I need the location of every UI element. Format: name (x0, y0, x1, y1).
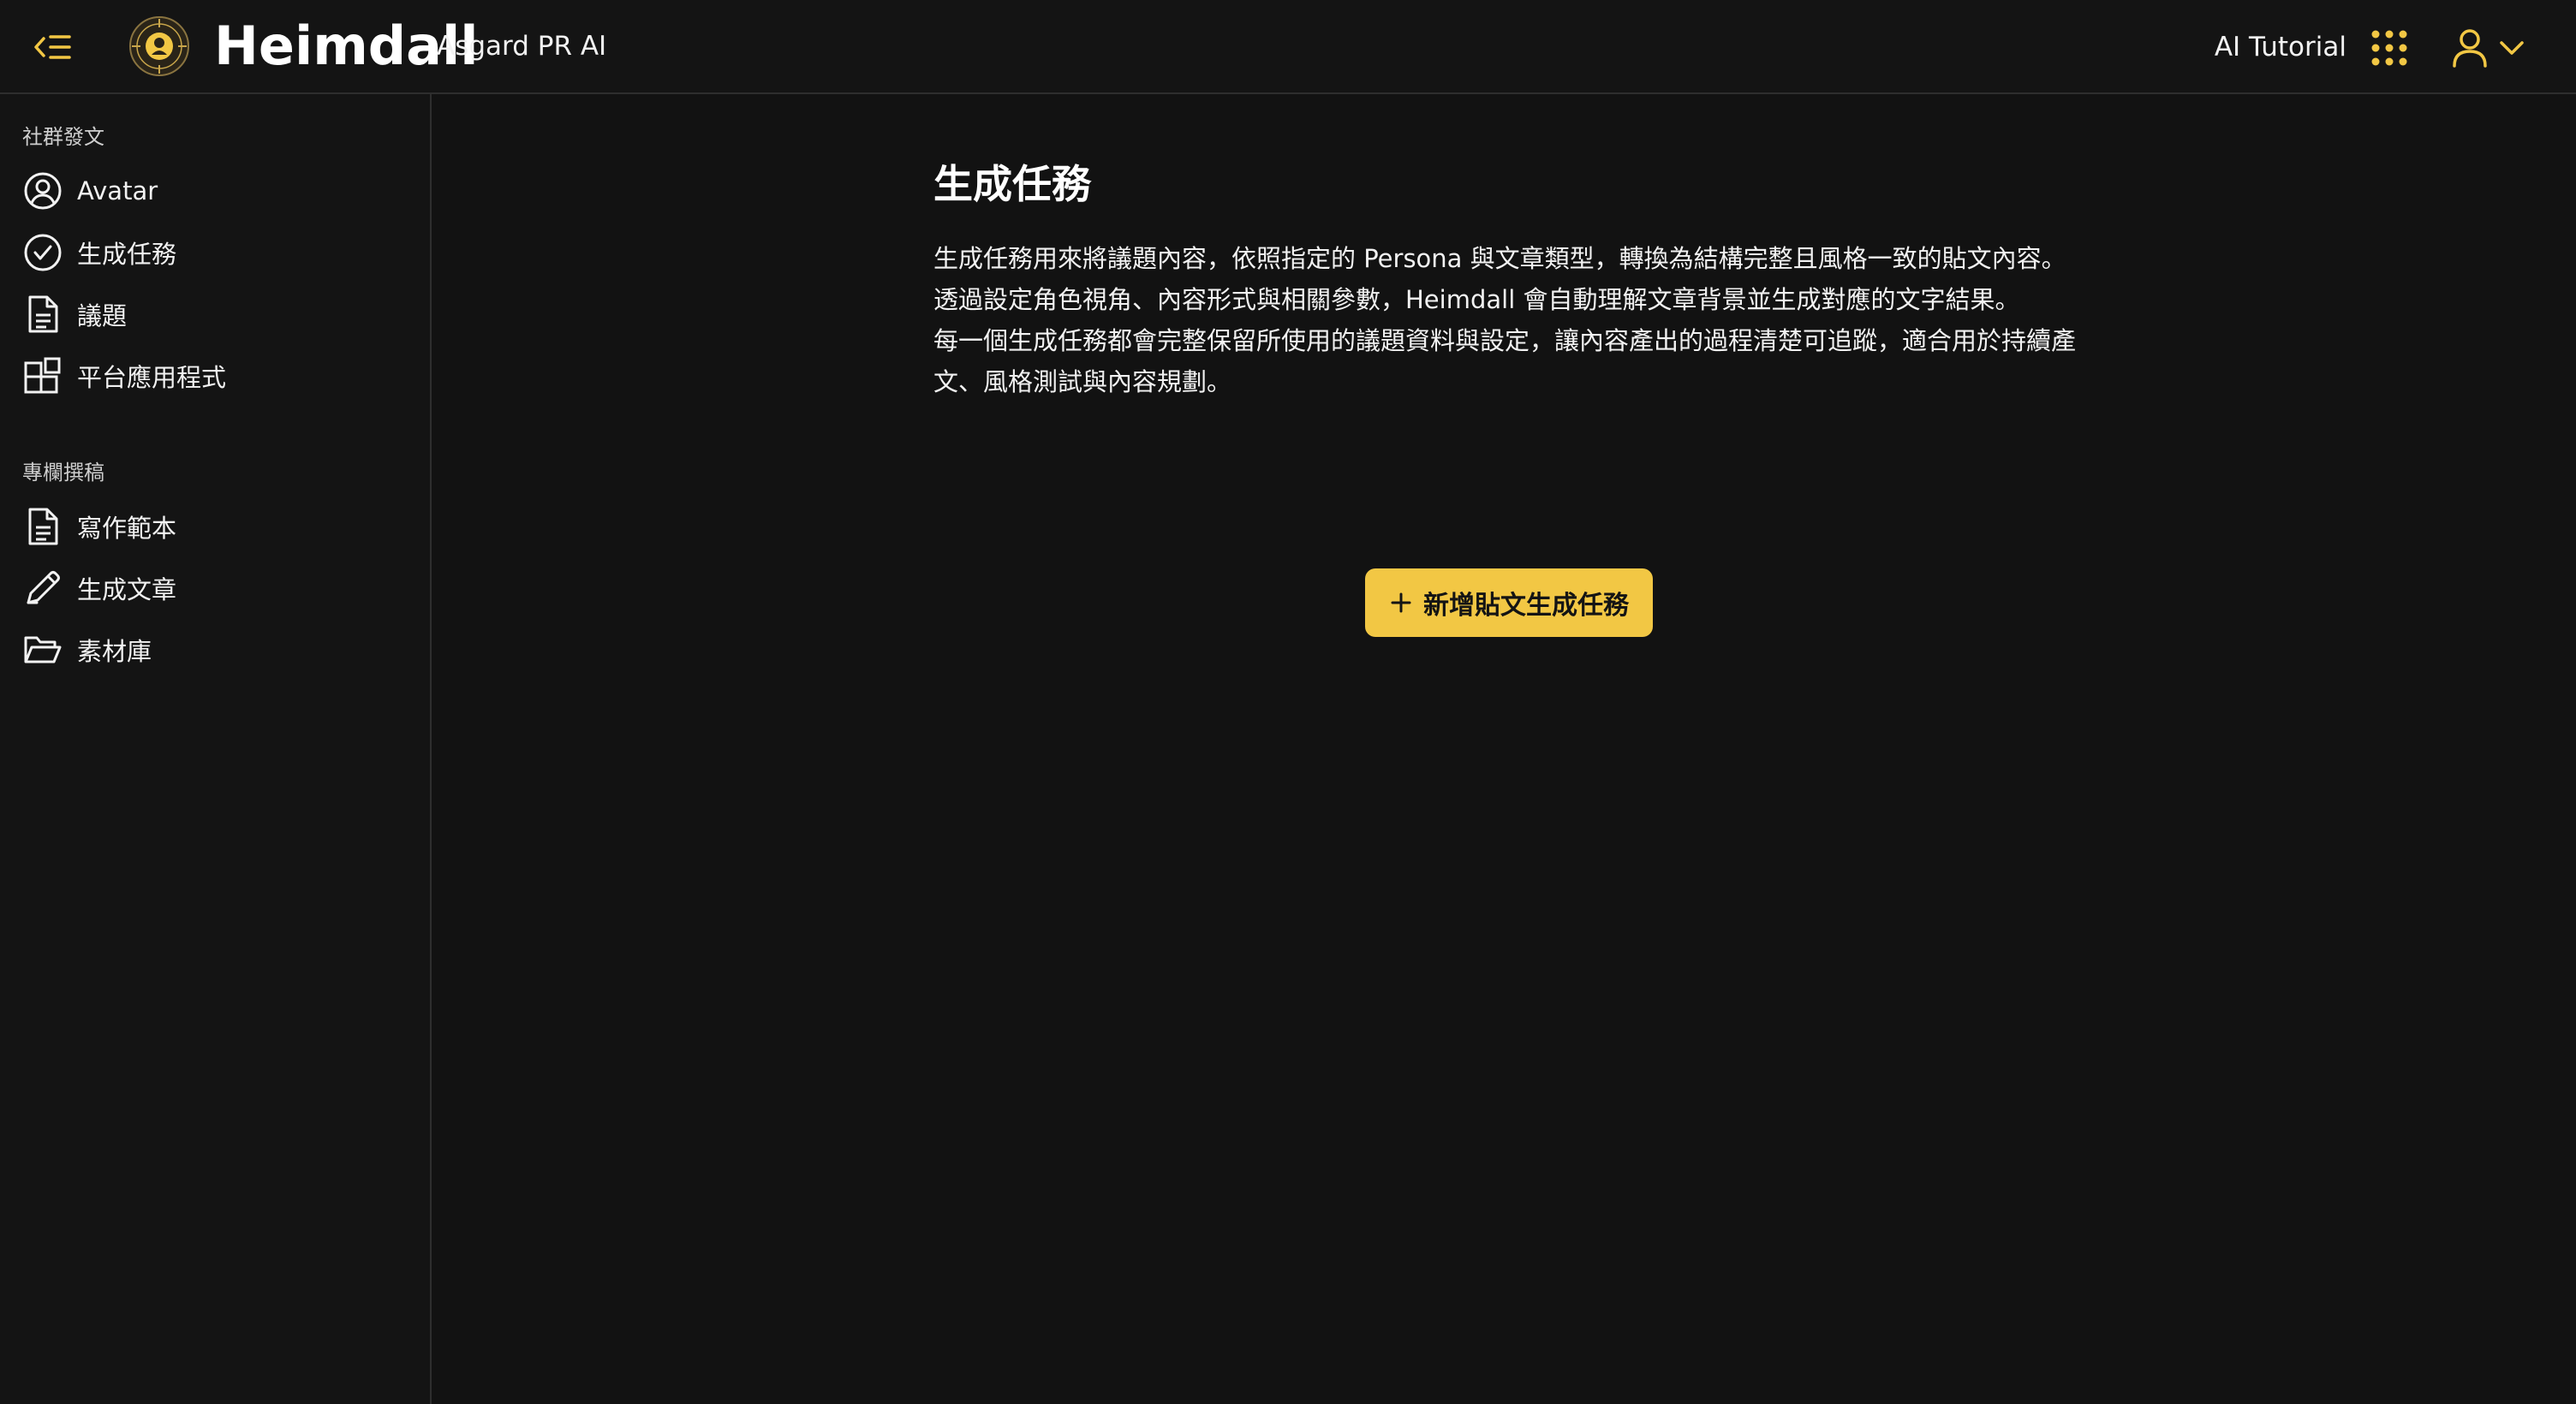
check-circle-icon (22, 232, 63, 273)
chevron-down-icon (2500, 41, 2524, 55)
apps-grid-icon[interactable] (2369, 27, 2410, 68)
user-menu-button[interactable] (2451, 24, 2537, 72)
sidebar-item-label: 議題 (77, 301, 128, 330)
pencil-icon (22, 568, 63, 609)
main-content: 生成任務 生成任務用來將議題內容，依照指定的 Persona 與文章類型，轉換為… (432, 94, 2576, 1404)
sidebar-item-label: Avatar (77, 176, 158, 205)
sidebar-item-label: 寫作範本 (77, 514, 177, 543)
sidebar-item-label: 平台應用程式 (77, 363, 227, 392)
sidebar: 社群發文 Avatar 生成任務 議題 平台應用程式 專欄撰稿 寫作範本 生成文… (0, 94, 432, 1404)
sidebar-item-topics[interactable]: 議題 (12, 286, 420, 342)
add-post-task-label: 新增貼文生成任務 (1423, 591, 1629, 621)
sidebar-item-label: 素材庫 (77, 637, 152, 666)
folder-open-icon (22, 629, 63, 670)
sidebar-item-avatar[interactable]: Avatar (12, 163, 420, 219)
sidebar-item-label: 生成文章 (77, 575, 177, 604)
user-icon (2453, 29, 2487, 68)
description-paragraph: 透過設定角色視角、內容形式與相關參數，Heimdall 會自動理解文章背景並生成… (933, 285, 2020, 314)
sidebar-item-generation-tasks[interactable]: 生成任務 (12, 224, 420, 281)
app-root: Heimdall Asgard PR AI AI Tutorial 社群發文 A… (0, 0, 2576, 1404)
document-icon (22, 294, 63, 335)
document-icon (22, 506, 63, 547)
sidebar-section-column: 專欄撰稿 (22, 461, 104, 485)
top-bar: Heimdall Asgard PR AI AI Tutorial (0, 0, 2576, 94)
collapse-menu-icon (34, 35, 71, 59)
apps-blocks-icon (22, 355, 63, 396)
page-title: 生成任務 (933, 161, 1091, 207)
heimdall-logo[interactable] (128, 15, 190, 77)
description-paragraph: 生成任務用來將議題內容，依照指定的 Persona 與文章類型，轉換為結構完整且… (933, 244, 2066, 273)
sidebar-item-writing-templates[interactable]: 寫作範本 (12, 498, 420, 555)
plus-icon (1389, 591, 1413, 615)
user-circle-icon (22, 170, 63, 211)
sidebar-item-platform-apps[interactable]: 平台應用程式 (12, 348, 420, 404)
sidebar-item-asset-library[interactable]: 素材庫 (12, 622, 420, 678)
brand-subtitle: Asgard PR AI (437, 31, 607, 62)
collapse-sidebar-button[interactable] (29, 24, 77, 70)
page-description: 生成任務用來將議題內容，依照指定的 Persona 與文章類型，轉換為結構完整且… (933, 238, 2081, 402)
ai-tutorial-link[interactable]: AI Tutorial (2192, 24, 2346, 70)
sidebar-section-social: 社群發文 (22, 125, 104, 149)
description-paragraph: 每一個生成任務都會完整保留所使用的議題資料與設定，讓內容產出的過程清楚可追蹤，適… (933, 326, 2077, 396)
sidebar-item-generate-article[interactable]: 生成文章 (12, 560, 420, 616)
sidebar-item-label: 生成任務 (77, 240, 177, 269)
add-post-task-button[interactable]: 新增貼文生成任務 (1365, 568, 1653, 637)
